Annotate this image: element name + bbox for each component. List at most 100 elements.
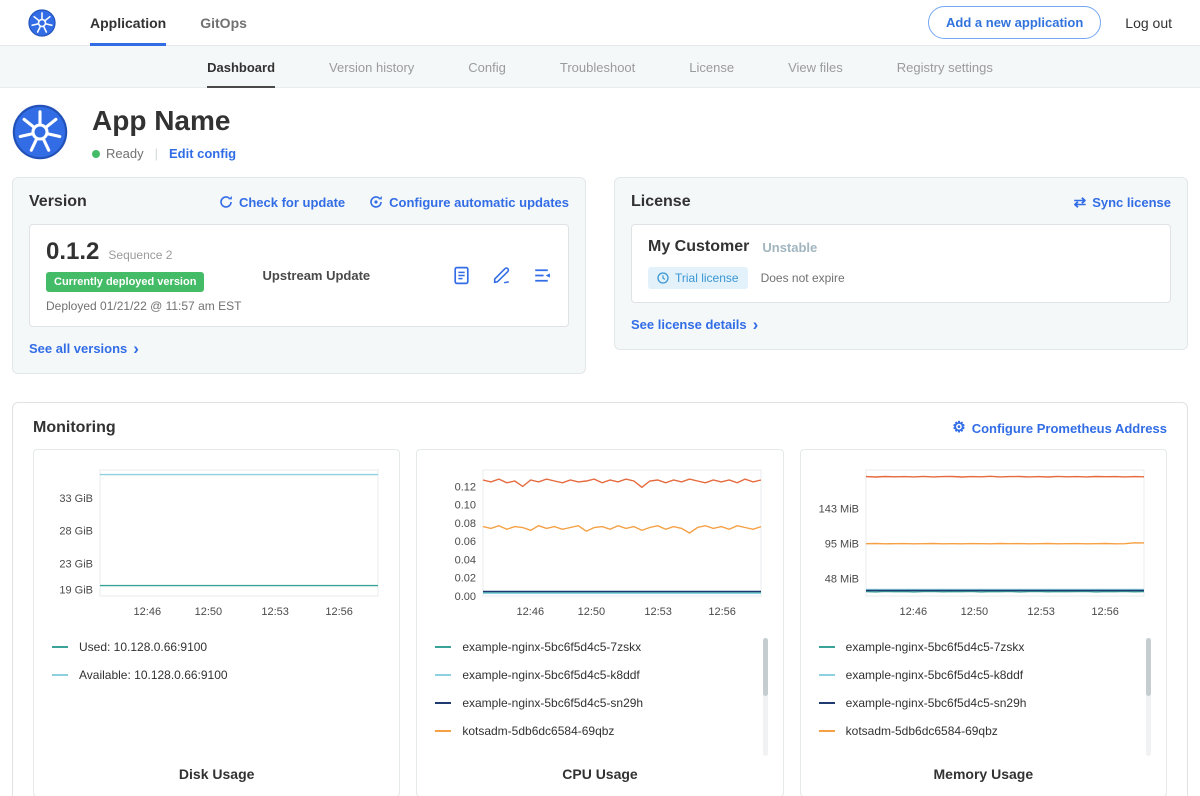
legend-item: Available: 10.128.0.66:9100: [52, 668, 371, 682]
app-header: App Name Ready | Edit config: [0, 88, 1200, 177]
chart-legend: Used: 10.128.0.66:9100 Available: 10.128.…: [46, 636, 387, 758]
legend-item: example-nginx-5bc6f5d4c5-7zskx: [435, 640, 754, 654]
tab-troubleshoot[interactable]: Troubleshoot: [560, 46, 635, 88]
tab-view-files[interactable]: View files: [788, 46, 843, 88]
chart-card-memory-usage: 143 MiB 95 MiB 48 MiB 12:46 12:50 12:53 12:56 e…: [800, 449, 1167, 796]
chart-legend: example-nginx-5bc6f5d4c5-7zskx example-ng…: [429, 636, 770, 758]
see-all-versions-link[interactable]: See all versions ›: [29, 341, 139, 356]
see-license-details-link[interactable]: See license details ›: [631, 317, 758, 332]
svg-text:48 MiB: 48 MiB: [825, 573, 859, 585]
current-version-box: 0.1.2 Sequence 2 Currently deployed vers…: [29, 224, 569, 327]
legend-scrollbar-thumb[interactable]: [763, 638, 768, 696]
legend-dash: [819, 730, 835, 732]
legend-item: example-nginx-5bc6f5d4c5-sn29h: [819, 696, 1138, 710]
svg-text:0.00: 0.00: [455, 591, 476, 603]
version-sequence: Sequence 2: [108, 248, 172, 262]
sync-icon: ⇄: [1074, 196, 1087, 209]
add-application-button[interactable]: Add a new application: [928, 6, 1101, 39]
auto-update-icon: [369, 195, 383, 209]
svg-text:12:50: 12:50: [194, 606, 222, 618]
edit-config-icon[interactable]: [491, 265, 512, 286]
legend-item: kotsadm-5db6dc6584-69qbz: [435, 724, 754, 738]
legend-item: example-nginx-5bc6f5d4c5-k8ddf: [819, 668, 1138, 682]
svg-text:33 GiB: 33 GiB: [59, 493, 93, 505]
legend-scrollbar-thumb[interactable]: [1146, 638, 1151, 696]
svg-text:0.10: 0.10: [455, 500, 476, 512]
status-text: Ready: [106, 146, 144, 161]
divider: |: [155, 146, 158, 161]
customer-name: My Customer: [648, 238, 749, 256]
svg-text:0.12: 0.12: [455, 481, 476, 493]
svg-text:23 GiB: 23 GiB: [59, 558, 93, 570]
legend-item: example-nginx-5bc6f5d4c5-k8ddf: [435, 668, 754, 682]
legend-label: example-nginx-5bc6f5d4c5-7zskx: [462, 640, 641, 654]
tab-registry-settings[interactable]: Registry settings: [897, 46, 993, 88]
tab-license[interactable]: License: [689, 46, 734, 88]
configure-prometheus-button[interactable]: ⚙ Configure Prometheus Address: [952, 421, 1167, 436]
svg-text:12:46: 12:46: [133, 606, 161, 618]
sync-license-button[interactable]: ⇄ Sync license: [1074, 195, 1171, 210]
legend-label: kotsadm-5db6dc6584-69qbz: [846, 724, 998, 738]
legend-label: example-nginx-5bc6f5d4c5-7zskx: [846, 640, 1025, 654]
chart-title: Disk Usage: [46, 758, 387, 782]
charts-row: 33 GiB28 GiB23 GiB19 GiB12:4612:5012:531…: [33, 449, 1167, 796]
svg-text:143 MiB: 143 MiB: [819, 503, 859, 515]
configure-automatic-updates-button[interactable]: Configure automatic updates: [369, 195, 569, 210]
upstream-update-label: Upstream Update: [259, 268, 451, 283]
deployed-date: Deployed 01/21/22 @ 11:57 am EST: [46, 299, 259, 313]
legend-dash: [435, 674, 451, 676]
logout-link[interactable]: Log out: [1125, 15, 1172, 31]
navbar-right: Add a new application Log out: [928, 6, 1172, 39]
nav-tab-application[interactable]: Application: [90, 0, 166, 46]
legend-label: kotsadm-5db6dc6584-69qbz: [462, 724, 614, 738]
svg-text:0.02: 0.02: [455, 573, 476, 585]
tab-dashboard[interactable]: Dashboard: [207, 46, 275, 88]
svg-text:12:56: 12:56: [1092, 606, 1120, 618]
version-number: 0.1.2: [46, 238, 99, 266]
license-expiration: Does not expire: [761, 271, 845, 285]
refresh-icon: [219, 195, 233, 209]
license-card: License ⇄ Sync license My Customer Unsta…: [614, 177, 1188, 350]
clock-icon: [657, 272, 669, 284]
legend-dash: [819, 646, 835, 648]
kubernetes-logo-icon[interactable]: [28, 9, 56, 37]
legend-item: example-nginx-5bc6f5d4c5-7zskx: [819, 640, 1138, 654]
svg-text:19 GiB: 19 GiB: [59, 585, 93, 597]
svg-text:95 MiB: 95 MiB: [825, 539, 859, 551]
nav-tab-gitops[interactable]: GitOps: [200, 0, 247, 46]
check-for-update-button[interactable]: Check for update: [219, 195, 345, 210]
deploy-logs-icon[interactable]: [531, 265, 552, 286]
legend-label: example-nginx-5bc6f5d4c5-sn29h: [846, 696, 1027, 710]
trial-license-badge: Trial license: [648, 267, 748, 289]
chart-plot: 0.120.100.080.060.040.020.0012:4612:5012…: [431, 462, 769, 622]
svg-text:12:46: 12:46: [900, 606, 928, 618]
top-navbar: Application GitOps Add a new application…: [0, 0, 1200, 46]
chart-title: Memory Usage: [813, 758, 1154, 782]
legend-dash: [435, 702, 451, 704]
page-title: App Name: [92, 104, 236, 138]
svg-text:12:53: 12:53: [1028, 606, 1056, 618]
version-card-title: Version: [29, 193, 87, 211]
legend-label: example-nginx-5bc6f5d4c5-sn29h: [462, 696, 643, 710]
gear-icon: ⚙: [952, 421, 965, 435]
navbar-tabs: Application GitOps: [90, 0, 281, 46]
license-card-title: License: [631, 193, 691, 211]
legend-dash: [52, 674, 68, 676]
chart-plot: 143 MiB 95 MiB 48 MiB 12:46 12:50 12:53 12:56: [814, 462, 1152, 622]
deployed-badge: Currently deployed version: [46, 272, 204, 292]
edit-config-link[interactable]: Edit config: [169, 146, 236, 161]
legend-dash: [435, 730, 451, 732]
tab-config[interactable]: Config: [468, 46, 506, 88]
svg-text:12:50: 12:50: [961, 606, 989, 618]
release-notes-icon[interactable]: [451, 265, 472, 286]
svg-text:12:56: 12:56: [708, 606, 736, 618]
legend-item: Used: 10.128.0.66:9100: [52, 640, 371, 654]
chevron-right-icon: ›: [133, 344, 139, 354]
tab-version-history[interactable]: Version history: [329, 46, 414, 88]
legend-item: kotsadm-5db6dc6584-69qbz: [819, 724, 1138, 738]
legend-label: example-nginx-5bc6f5d4c5-k8ddf: [846, 668, 1023, 682]
main-content: Version Check for update Configure autom…: [0, 177, 1200, 796]
legend-label: Available: 10.128.0.66:9100: [79, 668, 228, 682]
monitoring-title: Monitoring: [33, 419, 116, 437]
svg-text:0.04: 0.04: [455, 555, 476, 567]
